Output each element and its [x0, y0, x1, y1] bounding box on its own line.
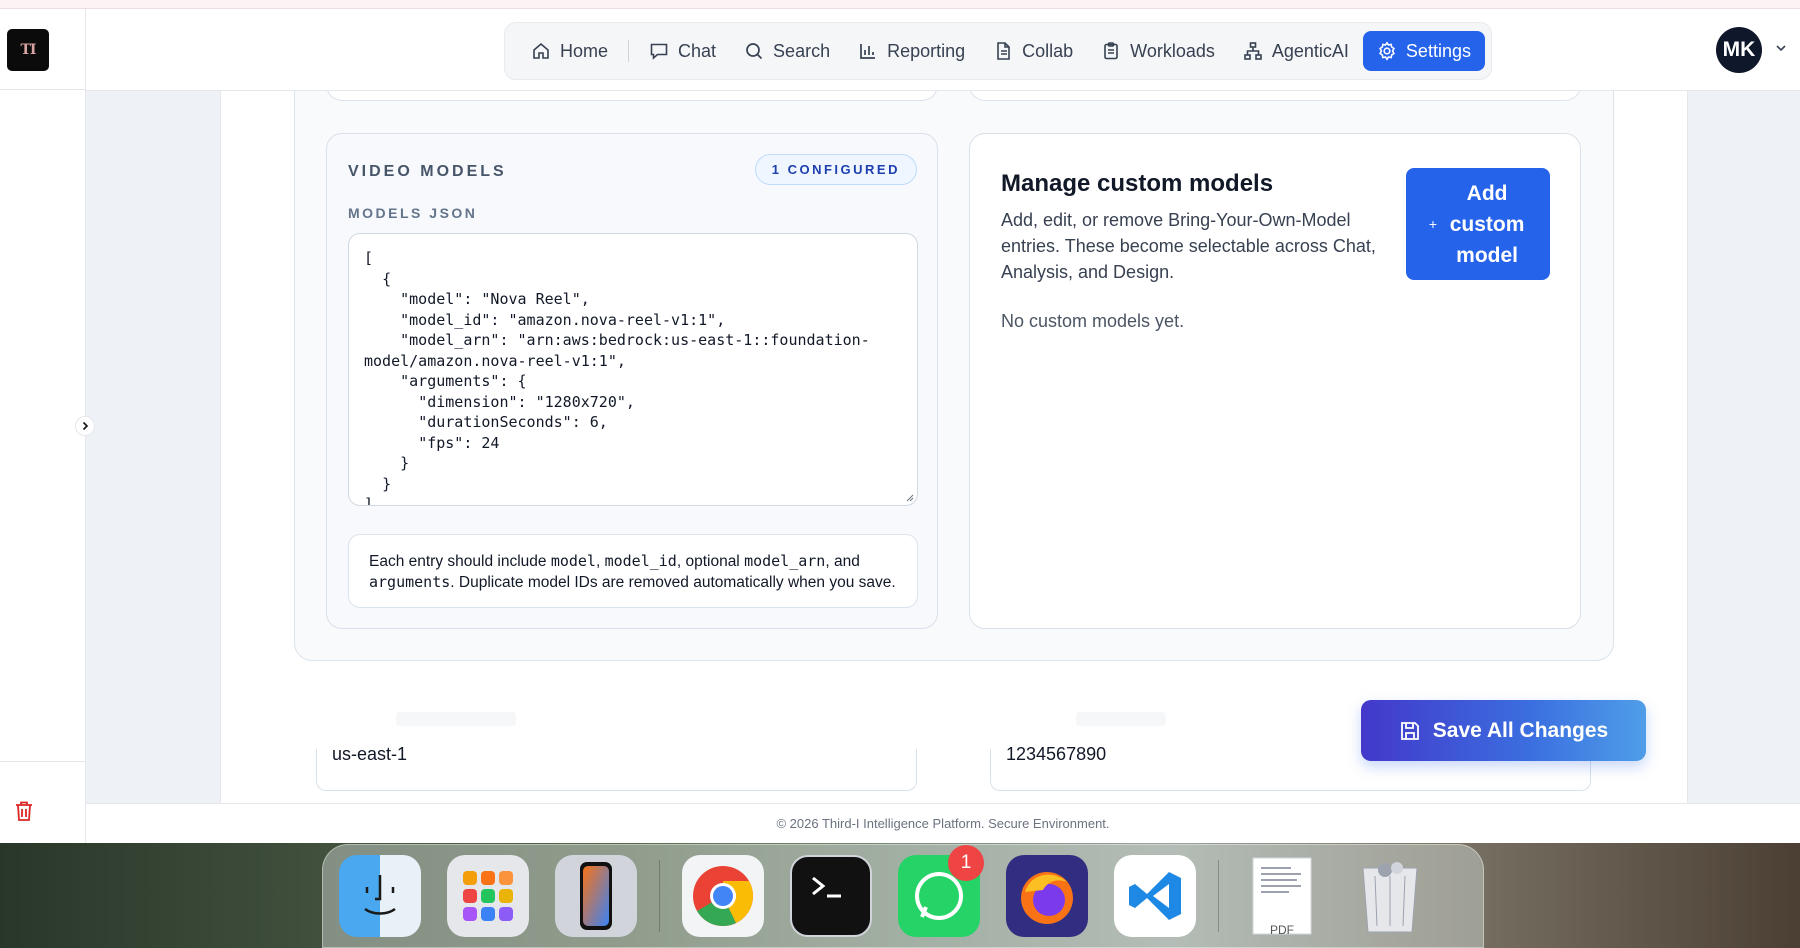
- logo-text: TI: [20, 42, 37, 58]
- vscode-icon[interactable]: [1114, 855, 1196, 937]
- chrome-icon[interactable]: [682, 855, 764, 937]
- main-nav: Home Chat Search Reporting Collab Worklo…: [504, 22, 1492, 80]
- nav-reporting-label: Reporting: [887, 40, 966, 61]
- hint-text: , optional: [676, 553, 745, 570]
- top-header: Home Chat Search Reporting Collab Worklo…: [86, 9, 1800, 91]
- document-icon: [997, 42, 1010, 60]
- app-logo[interactable]: TI: [7, 29, 49, 71]
- chevron-down-icon[interactable]: [1774, 41, 1788, 55]
- gear-icon: [1378, 41, 1395, 61]
- nav-settings[interactable]: Settings: [1362, 31, 1485, 71]
- network-icon: [1244, 42, 1262, 60]
- custom-models-empty-state: No custom models yet.: [1001, 311, 1185, 331]
- page-footer: © 2026 Third-I Intelligence Platform. Se…: [86, 803, 1800, 843]
- trash-bin-icon[interactable]: [1349, 855, 1431, 937]
- models-json-hint: Each entry should include model, model_i…: [348, 534, 918, 608]
- pdf-document-icon[interactable]: PDF: [1241, 855, 1323, 937]
- nav-collab-label: Collab: [1022, 40, 1074, 61]
- launchpad-icon[interactable]: [447, 855, 529, 937]
- search-icon: [746, 43, 763, 60]
- dock-separator: [659, 860, 660, 932]
- nav-agenticai-label: AgenticAI: [1271, 40, 1349, 61]
- add-custom-model-label: Add custom model: [1449, 181, 1525, 267]
- nav-home[interactable]: Home: [517, 31, 622, 71]
- chevron-right-icon: [82, 421, 89, 431]
- sidebar-divider: [0, 761, 86, 762]
- footer-text: © 2026 Third-I Intelligence Platform. Se…: [776, 816, 1110, 831]
- hint-code: model: [550, 552, 596, 570]
- home-icon: [533, 42, 549, 59]
- nav-workloads-label: Workloads: [1130, 40, 1215, 61]
- nav-settings-label: Settings: [1405, 40, 1471, 61]
- trash-icon[interactable]: [12, 799, 36, 823]
- iphone-mirroring-icon[interactable]: [555, 855, 637, 937]
- models-json-text: [ { "model": "Nova Reel", "model_id": "a…: [364, 249, 870, 506]
- finder-icon[interactable]: [339, 855, 421, 937]
- dock-separator: [1218, 860, 1219, 932]
- nav-collab[interactable]: Collab: [979, 31, 1087, 71]
- previous-card: [969, 91, 1581, 101]
- plus-icon: +: [1428, 216, 1438, 232]
- nav-home-label: Home: [560, 40, 609, 61]
- nav-separator: [628, 40, 630, 62]
- video-models-title: VIDEO MODELS: [348, 163, 507, 180]
- left-sidebar: TI: [0, 9, 86, 843]
- custom-models-description: Add, edit, or remove Bring-Your-Own-Mode…: [1001, 210, 1376, 282]
- whatsapp-icon[interactable]: 1: [898, 845, 984, 937]
- hint-text: Each entry should include: [369, 553, 551, 570]
- macos-dock: 1 PDF: [322, 844, 1484, 948]
- resize-handle-icon[interactable]: [904, 492, 914, 502]
- chat-icon: [650, 43, 668, 60]
- hint-text: . Duplicate model IDs are removed automa…: [450, 574, 896, 591]
- notification-badge: 1: [948, 845, 984, 881]
- pdf-label: PDF: [1270, 923, 1294, 937]
- models-json-editor[interactable]: [ { "model": "Nova Reel", "model_id": "a…: [348, 233, 918, 506]
- custom-models-title: Manage custom models: [1001, 170, 1274, 197]
- region-value: us-east-1: [332, 744, 408, 764]
- models-json-label: MODELS JSON: [348, 205, 478, 221]
- nav-search-label: Search: [773, 40, 831, 61]
- sidebar-divider: [0, 89, 86, 90]
- sidebar-expand-button[interactable]: [75, 416, 95, 436]
- nav-workloads[interactable]: Workloads: [1087, 31, 1229, 71]
- add-custom-model-button[interactable]: + Add custom model: [1406, 168, 1550, 280]
- settings-content: VIDEO MODELS 1 CONFIGURED MODELS JSON [ …: [86, 91, 1800, 803]
- hint-code: arguments: [369, 573, 451, 591]
- region-field[interactable]: us-east-1: [316, 744, 917, 791]
- faded-label: [396, 712, 516, 726]
- top-strip: [0, 0, 1800, 9]
- clipboard-icon: [1104, 42, 1118, 60]
- terminal-icon[interactable]: [790, 855, 872, 937]
- save-all-changes-button[interactable]: Save All Changes: [1361, 700, 1646, 761]
- hint-text: , and: [825, 553, 860, 570]
- firefox-icon[interactable]: [1006, 855, 1088, 937]
- hint-code: model_arn: [744, 552, 826, 570]
- faded-label: [1076, 712, 1166, 726]
- nav-agenticai[interactable]: AgenticAI: [1229, 31, 1363, 71]
- nav-reporting[interactable]: Reporting: [844, 31, 979, 71]
- hint-code: model_id: [604, 552, 677, 570]
- hint-text: ,: [595, 553, 605, 570]
- account-id-value: 1234567890: [1006, 744, 1107, 764]
- bar-chart-icon: [860, 44, 876, 59]
- nav-chat[interactable]: Chat: [635, 31, 730, 71]
- previous-card: [326, 91, 938, 101]
- nav-search[interactable]: Search: [730, 31, 844, 71]
- save-all-changes-label: Save All Changes: [1432, 718, 1609, 742]
- configured-count-badge: 1 CONFIGURED: [754, 154, 917, 185]
- save-icon: [1400, 721, 1419, 740]
- user-avatar[interactable]: MK: [1716, 27, 1762, 73]
- custom-models-card: Manage custom models Add, edit, or remov…: [969, 133, 1581, 629]
- video-models-card: VIDEO MODELS 1 CONFIGURED MODELS JSON [ …: [326, 133, 938, 629]
- nav-chat-label: Chat: [678, 40, 717, 61]
